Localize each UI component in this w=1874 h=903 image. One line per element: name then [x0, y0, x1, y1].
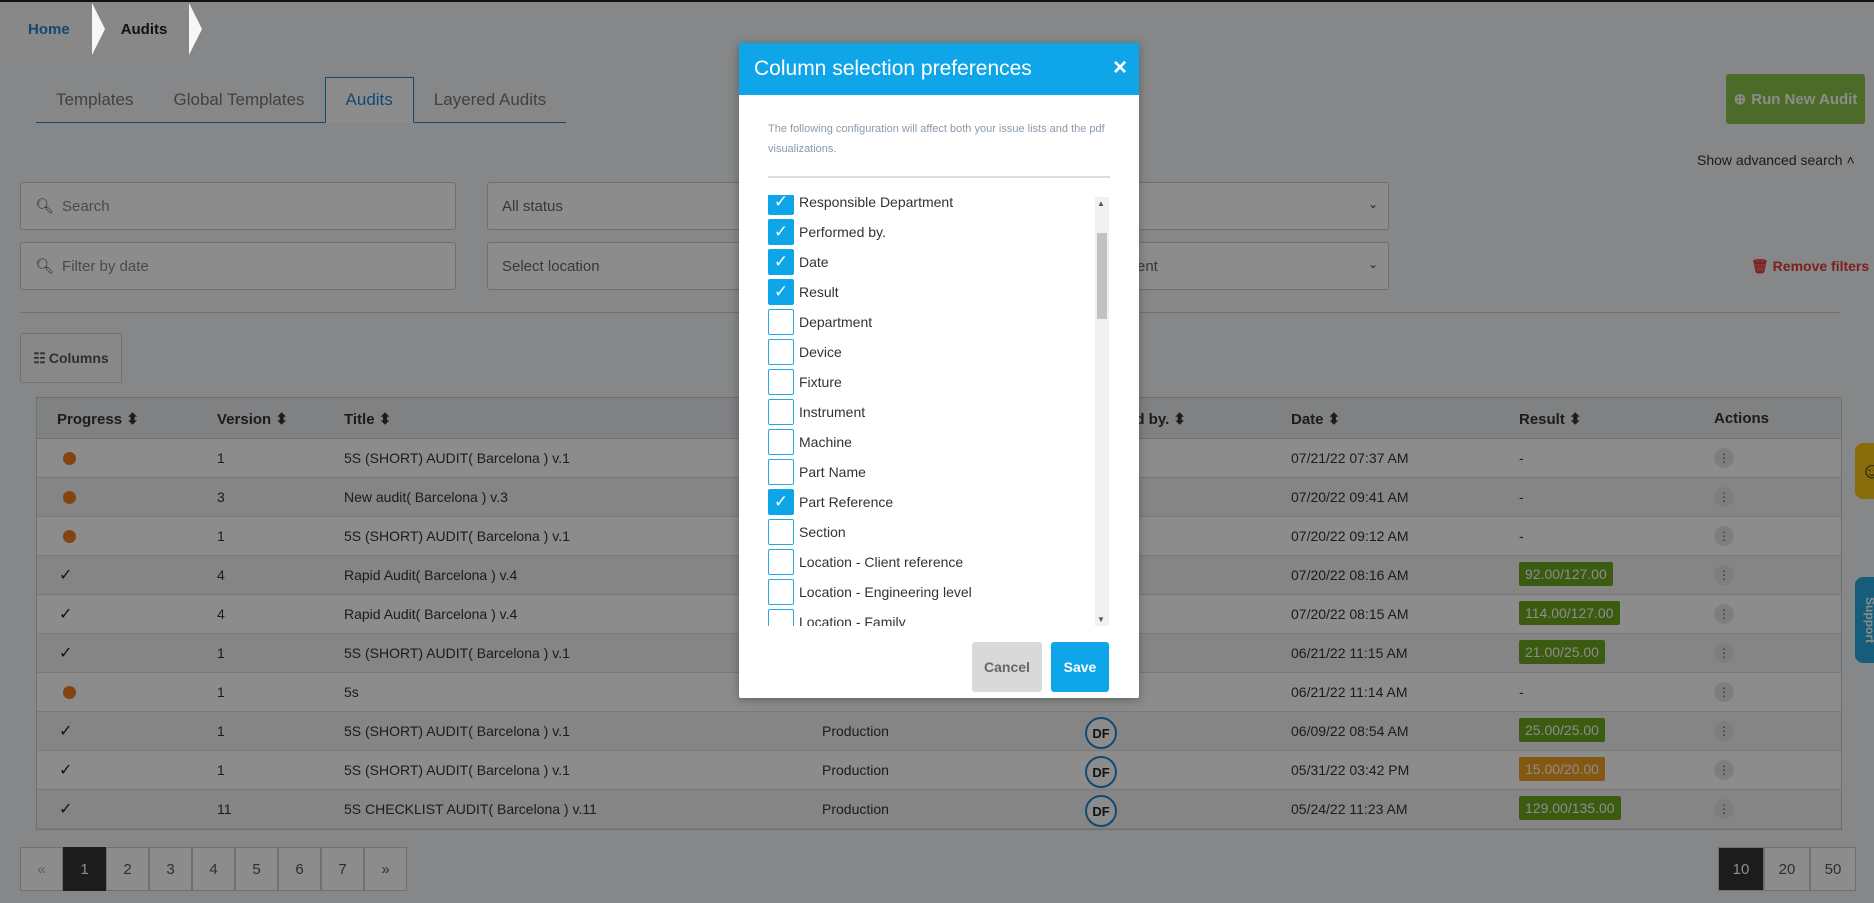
column-option-label: Section: [799, 524, 846, 540]
checkbox[interactable]: [768, 549, 794, 575]
scroll-up-icon[interactable]: ▲: [1097, 199, 1105, 208]
audits-page: Home Audits Templates Global Templates A…: [0, 0, 1874, 903]
column-option[interactable]: ✓ Performed by.: [768, 218, 886, 246]
column-option[interactable]: ✓ Part Reference: [768, 488, 893, 516]
cancel-button[interactable]: Cancel: [972, 642, 1042, 692]
scroll-down-icon[interactable]: ▼: [1097, 615, 1105, 624]
checkbox[interactable]: [768, 369, 794, 395]
modal-header: Column selection preferences ×: [739, 43, 1139, 95]
checkbox[interactable]: ✓: [768, 489, 794, 515]
save-button[interactable]: Save: [1051, 642, 1109, 692]
checkbox[interactable]: ✓: [768, 249, 794, 275]
checkbox[interactable]: [768, 519, 794, 545]
checkbox[interactable]: [768, 609, 794, 626]
column-option-label: Performed by.: [799, 224, 886, 240]
checkbox[interactable]: ✓: [768, 195, 794, 215]
column-option-label: Location - Family: [799, 614, 906, 626]
scrollbar-thumb[interactable]: [1097, 233, 1107, 319]
checkbox[interactable]: [768, 309, 794, 335]
column-option-label: Department: [799, 314, 873, 330]
column-option[interactable]: Device: [768, 338, 842, 366]
column-option-label: Responsible Department: [799, 195, 954, 210]
column-option-label: Instrument: [799, 404, 866, 420]
checkbox[interactable]: [768, 399, 794, 425]
column-option[interactable]: Part Name: [768, 458, 866, 486]
column-option[interactable]: Location - Family: [768, 608, 906, 626]
modal-description: The following configuration will affect …: [768, 123, 1105, 155]
column-option[interactable]: Section: [768, 518, 846, 546]
column-option-label: Part Reference: [799, 494, 894, 510]
checkbox[interactable]: ✓: [768, 219, 794, 245]
column-option[interactable]: Instrument: [768, 398, 865, 426]
column-checkbox-list: ✓ Responsible Department ✓ Performed by. ✓ Da…: [768, 195, 1109, 626]
modal-divider: [768, 176, 1110, 178]
list-scrollbar[interactable]: ▲ ▼: [1095, 197, 1109, 626]
column-option[interactable]: Location - Engineering level: [768, 578, 972, 606]
modal-title: Column selection preferences: [754, 57, 1032, 80]
checkbox[interactable]: [768, 339, 794, 365]
checkbox[interactable]: ✓: [768, 279, 794, 305]
close-icon[interactable]: ×: [1113, 54, 1127, 82]
column-option[interactable]: Department: [768, 308, 872, 336]
column-option[interactable]: ✓ Responsible Department: [768, 195, 953, 216]
column-option-label: Location - Client reference: [799, 554, 964, 570]
column-option-label: Part Name: [799, 464, 866, 480]
checkbox[interactable]: [768, 459, 794, 485]
column-option[interactable]: ✓ Result: [768, 278, 839, 306]
column-option-label: Device: [799, 344, 842, 360]
column-option-label: Result: [799, 284, 839, 300]
column-option[interactable]: Fixture: [768, 368, 842, 396]
column-option-label: Machine: [799, 434, 852, 450]
column-option[interactable]: Location - Client reference: [768, 548, 963, 576]
column-option-label: Location - Engineering level: [799, 584, 972, 600]
column-option[interactable]: Machine: [768, 428, 852, 456]
column-selection-modal: Column selection preferences × The follo…: [739, 43, 1139, 698]
column-option-label: Fixture: [799, 374, 842, 390]
column-option-label: Date: [799, 254, 829, 270]
checkbox[interactable]: [768, 579, 794, 605]
column-option[interactable]: ✓ Date: [768, 248, 829, 276]
checkbox[interactable]: [768, 429, 794, 455]
